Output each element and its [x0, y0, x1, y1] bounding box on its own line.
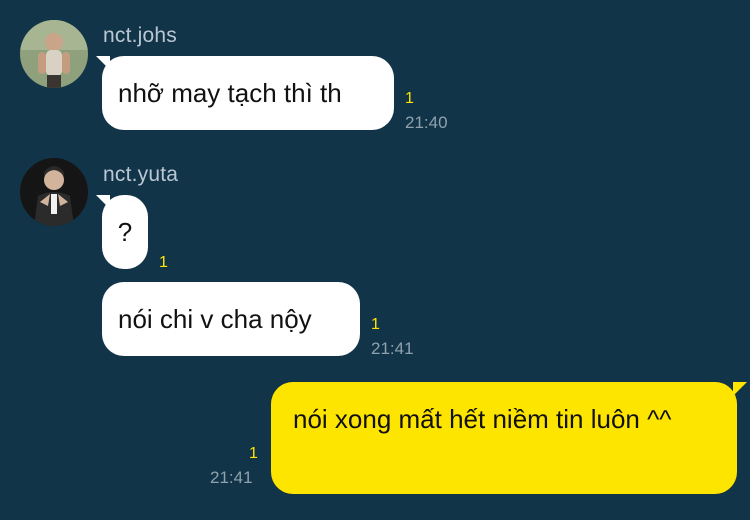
unread-count: 1	[371, 316, 380, 333]
unread-count: 1	[159, 254, 168, 271]
message-time: 21:41	[210, 468, 253, 487]
message-time: 21:40	[405, 113, 448, 132]
unread-count: 1	[249, 445, 258, 462]
message-bubble[interactable]: nhỡ may tạch thì th	[102, 56, 394, 130]
message-text: ?	[117, 217, 133, 247]
bubble-tail	[733, 382, 747, 396]
message-time: 21:41	[371, 339, 414, 358]
message-text: nhỡ may tạch thì th	[118, 78, 342, 108]
unread-count: 1	[405, 90, 414, 107]
my-message-bubble[interactable]: nói xong mất hết niềm tin luôn ^^	[271, 382, 737, 494]
sender-name: nct.johs	[103, 24, 177, 47]
profile-photo-icon	[20, 158, 88, 226]
message-bubble[interactable]: nói chi v cha nộy	[102, 282, 360, 356]
message-text: nói xong mất hết niềm tin luôn ^^	[293, 404, 672, 434]
sender-name: nct.yuta	[103, 163, 179, 186]
message-text: nói chi v cha nộy	[118, 304, 312, 334]
profile-photo-icon	[20, 20, 88, 88]
avatar-nct-yuta[interactable]	[20, 158, 88, 226]
avatar-nct-johs[interactable]	[20, 20, 88, 88]
message-bubble[interactable]: ?	[102, 195, 148, 269]
